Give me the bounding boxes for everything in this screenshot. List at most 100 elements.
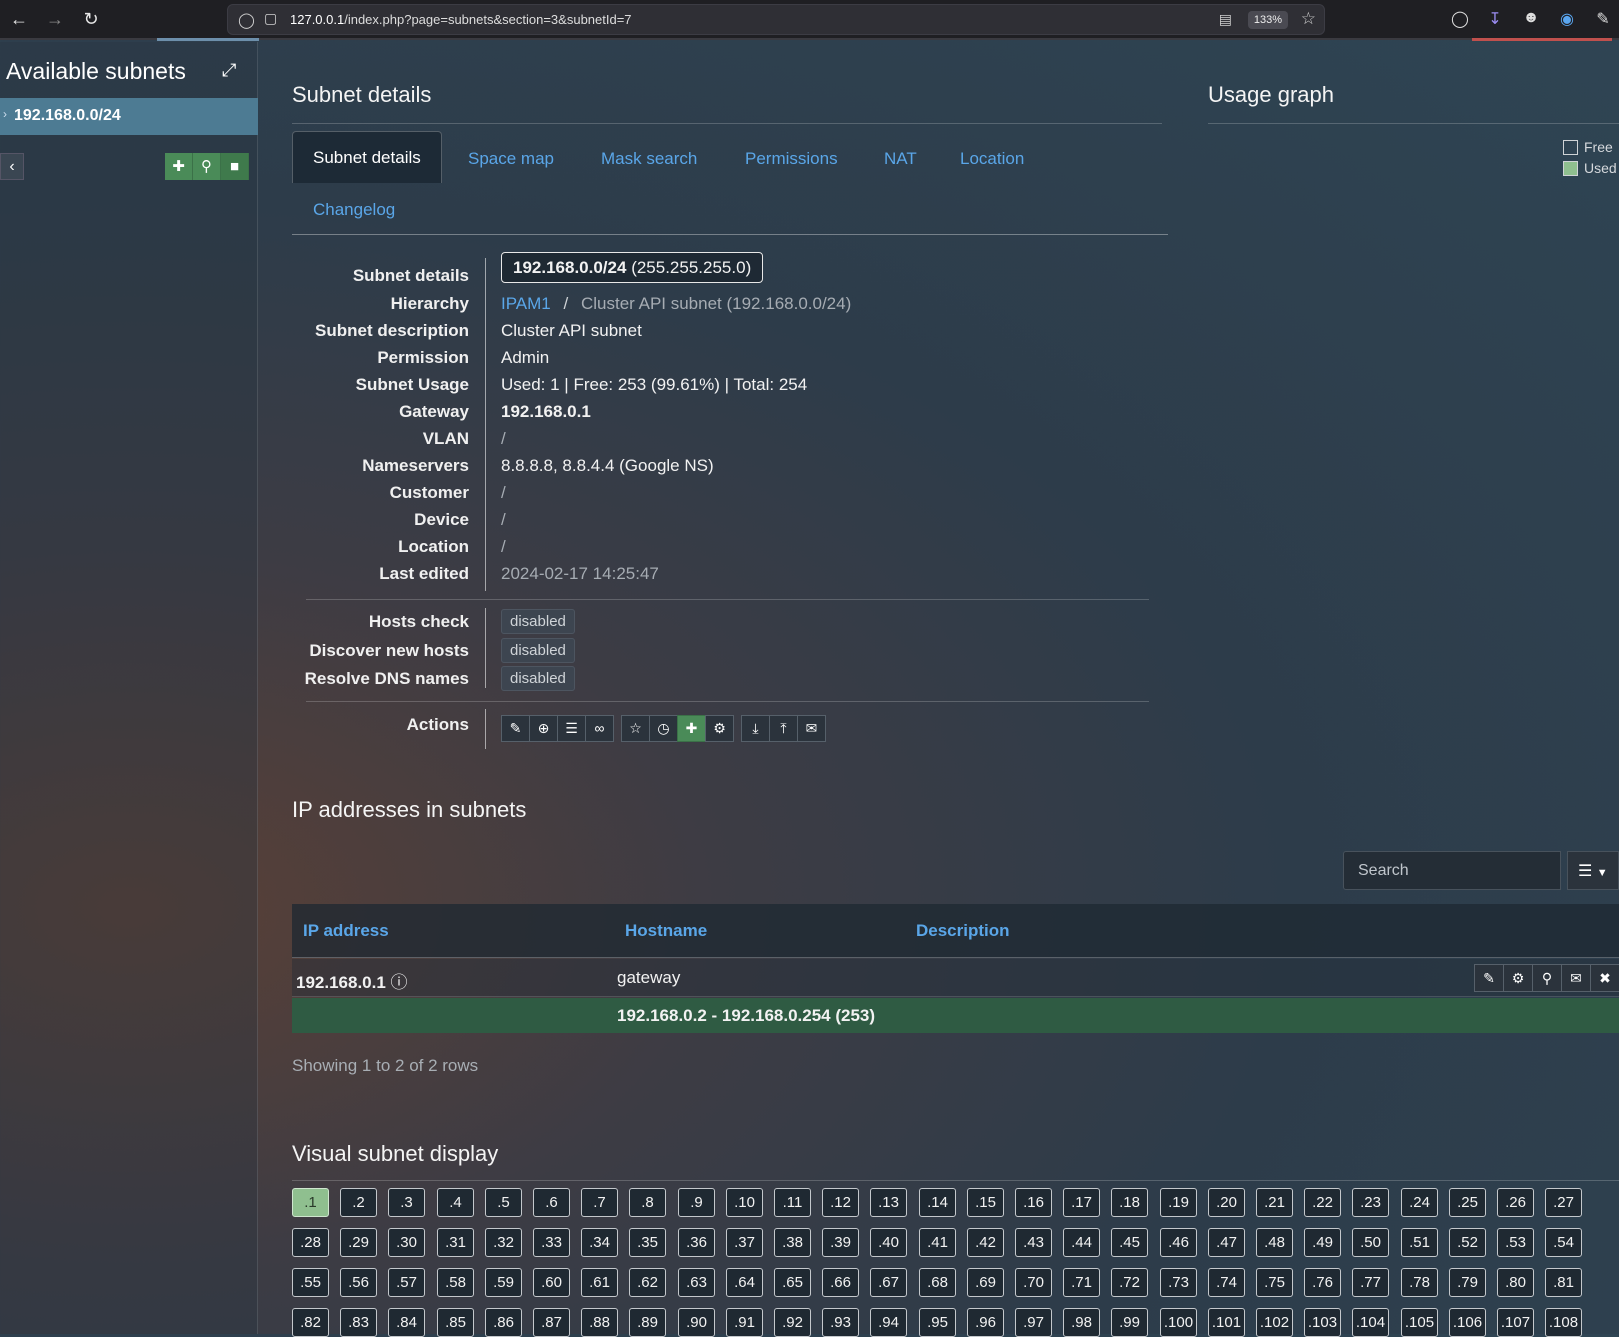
ip-cell[interactable]: .24 [1401,1188,1438,1217]
ip-cell[interactable]: .43 [1015,1228,1052,1257]
ip-cell[interactable]: .46 [1160,1228,1197,1257]
ip-cell[interactable]: .50 [1352,1228,1389,1257]
ip-cell[interactable]: .37 [726,1228,763,1257]
ip-cell[interactable]: .34 [581,1228,618,1257]
link-icon[interactable]: ∞ [585,715,614,742]
ip-cell[interactable]: .29 [340,1228,377,1257]
edit-icon[interactable]: ✎ [1474,964,1504,992]
ip-cell[interactable]: .66 [822,1268,859,1297]
ip-cell[interactable]: .64 [726,1268,763,1297]
ip-cell[interactable]: .45 [1111,1228,1148,1257]
ip-cell[interactable]: .16 [1015,1188,1052,1217]
ip-cell[interactable]: .11 [774,1188,811,1217]
ip-cell[interactable]: .102 [1256,1308,1293,1337]
ip-cell[interactable]: .5 [485,1188,522,1217]
ip-cell[interactable]: .44 [1063,1228,1100,1257]
ip-cell[interactable]: .75 [1256,1268,1293,1297]
ip-cell[interactable]: .73 [1160,1268,1197,1297]
ip-cell[interactable]: .32 [485,1228,522,1257]
ip-cell[interactable]: .90 [678,1308,715,1337]
ip-cell[interactable]: .58 [437,1268,474,1297]
ip-cell[interactable]: .96 [967,1308,1004,1337]
tab-nat[interactable]: NAT [884,149,917,169]
ip-cell[interactable]: .89 [629,1308,666,1337]
ip-cell[interactable]: .93 [822,1308,859,1337]
ip-cell[interactable]: .70 [1015,1268,1052,1297]
ip-cell[interactable]: .87 [533,1308,570,1337]
ip-cell[interactable]: .54 [1545,1228,1582,1257]
collapse-sidebar-button[interactable]: ‹ [0,153,24,180]
ip-cell[interactable]: .101 [1208,1308,1245,1337]
ip-cell[interactable]: .19 [1160,1188,1197,1217]
ip-cell[interactable]: .3 [388,1188,425,1217]
ip-cell[interactable]: .20 [1208,1188,1245,1217]
ip-cell[interactable]: .9 [678,1188,715,1217]
ip-cell[interactable]: .92 [774,1308,811,1337]
bookmark-star-icon[interactable]: ☆ [1301,9,1316,29]
table-row[interactable]: 192.168.0.1 ⓘ gateway ✎ ⚙ ⚲ ✉ ✖ [292,959,1619,997]
favourite-star-icon[interactable]: ☆ [621,715,650,742]
ip-cell[interactable]: .76 [1304,1268,1341,1297]
search-icon[interactable]: ⚲ [193,153,221,180]
ip-cell[interactable]: .91 [726,1308,763,1337]
tab-mask-search[interactable]: Mask search [601,149,697,169]
ip-cell[interactable]: .41 [919,1228,956,1257]
export-icon[interactable]: ⤒ [769,715,798,742]
tab-changelog[interactable]: Changelog [313,200,395,220]
ip-cell[interactable]: .77 [1352,1268,1389,1297]
ip-cell[interactable]: .10 [726,1188,763,1217]
reload-icon[interactable]: ↻ [80,8,102,30]
free-range-row[interactable]: 192.168.0.2 - 192.168.0.254 (253) [292,998,1619,1033]
columns-toggle-button[interactable]: ☰ ▼ [1567,851,1619,890]
ip-cell[interactable]: .84 [388,1308,425,1337]
tab-location[interactable]: Location [960,149,1024,169]
ip-cell[interactable]: .57 [388,1268,425,1297]
ip-cell[interactable]: .52 [1449,1228,1486,1257]
ip-cell[interactable]: .108 [1545,1308,1582,1337]
ip-cell[interactable]: .39 [822,1228,859,1257]
forward-arrow-icon[interactable]: → [44,8,66,30]
url-text[interactable]: 127.0.0.1/index.php?page=subnets&section… [290,12,632,27]
ip-cell[interactable]: .67 [870,1268,907,1297]
search-icon[interactable]: ⚲ [1532,964,1562,992]
ip-address-cell[interactable]: 192.168.0.1 ⓘ [296,968,408,993]
ip-cell[interactable]: .56 [340,1268,377,1297]
address-bar[interactable]: ◯ ▢ 127.0.0.1/index.php?page=subnets&sec… [227,4,1325,35]
ip-cell[interactable]: .104 [1352,1308,1389,1337]
ip-cell[interactable]: .99 [1111,1308,1148,1337]
ip-cell[interactable]: .38 [774,1228,811,1257]
ip-cell[interactable]: .62 [629,1268,666,1297]
ip-cell[interactable]: .26 [1497,1188,1534,1217]
ip-cell[interactable]: .95 [919,1308,956,1337]
ip-cell[interactable]: .31 [437,1228,474,1257]
ip-cell[interactable]: .33 [533,1228,570,1257]
ip-cell[interactable]: .2 [340,1188,377,1217]
ip-cell[interactable]: .103 [1304,1308,1341,1337]
ip-cell[interactable]: .12 [822,1188,859,1217]
cogs-icon[interactable]: ⚙ [1503,964,1533,992]
mail-icon[interactable]: ✉ [1561,964,1591,992]
ip-cell[interactable]: .4 [437,1188,474,1217]
ip-cell[interactable]: .97 [1015,1308,1052,1337]
ip-cell[interactable]: .36 [678,1228,715,1257]
ip-cell[interactable]: .71 [1063,1268,1100,1297]
ip-cell[interactable]: .30 [388,1228,425,1257]
reader-view-icon[interactable]: ▤ [1219,11,1232,28]
ip-cell[interactable]: .23 [1352,1188,1389,1217]
folder-icon[interactable]: ■ [221,153,249,180]
ip-cell[interactable]: .68 [919,1268,956,1297]
ip-cell[interactable]: .83 [340,1308,377,1337]
ip-cell[interactable]: .53 [1497,1228,1534,1257]
ip-cell[interactable]: .6 [533,1188,570,1217]
search-input[interactable]: Search [1343,851,1561,890]
info-icon[interactable]: ⓘ [391,973,408,992]
tab-space-map[interactable]: Space map [468,149,554,169]
ip-cell[interactable]: .86 [485,1308,522,1337]
ip-cell[interactable]: .18 [1111,1188,1148,1217]
add-circle-icon[interactable]: ⊕ [529,715,558,742]
edit-icon[interactable]: ✎ [501,715,530,742]
hierarchy-link[interactable]: IPAM1 [501,294,551,313]
ip-cell[interactable]: .72 [1111,1268,1148,1297]
ip-cell[interactable]: .8 [629,1188,666,1217]
ip-cell[interactable]: .55 [292,1268,329,1297]
